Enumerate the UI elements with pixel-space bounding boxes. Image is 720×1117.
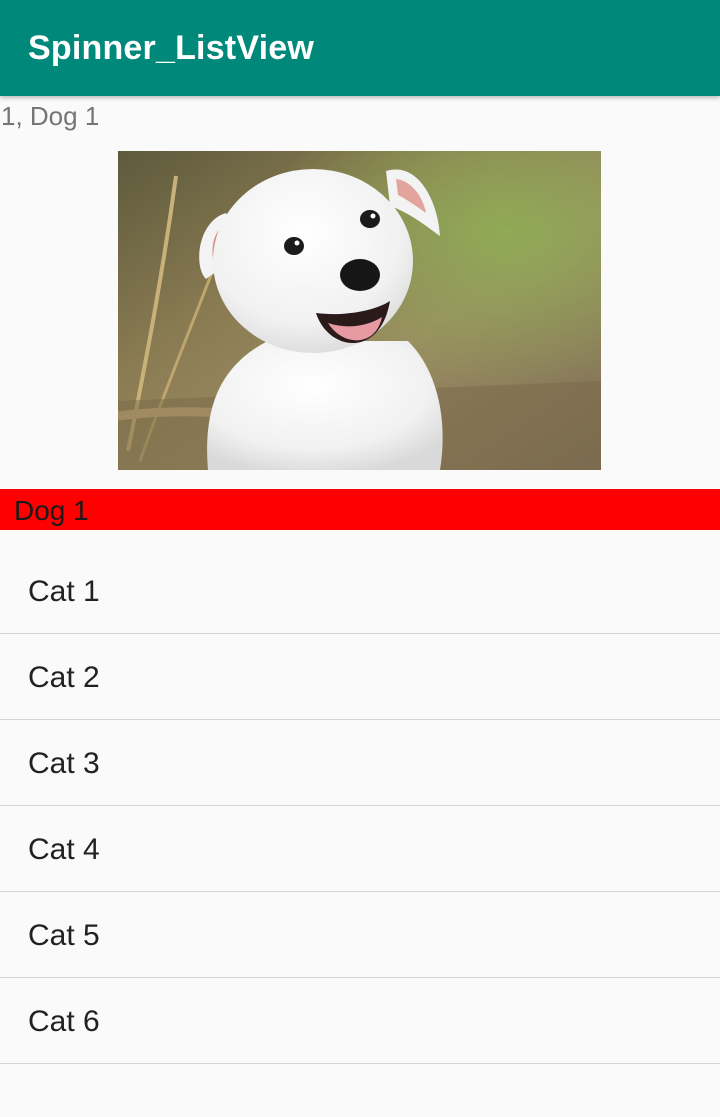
list-item-label: Cat 5 (28, 919, 100, 952)
list-item-label: Cat 6 (28, 1005, 100, 1038)
puppy-image (118, 151, 601, 470)
selection-status-text: 1, Dog 1 (1, 101, 100, 131)
list-item-label: Cat 3 (28, 747, 100, 780)
list-item[interactable]: Cat 1 (0, 548, 720, 634)
list-item[interactable]: Cat 2 (0, 634, 720, 720)
list-item[interactable]: Cat 4 (0, 806, 720, 892)
list-item-label: Cat 1 (28, 575, 100, 608)
app-title: Spinner_ListView (28, 29, 314, 67)
list-item[interactable]: Cat 5 (0, 892, 720, 978)
list-item-label: Cat 4 (28, 833, 100, 866)
app-bar: Spinner_ListView (0, 0, 720, 96)
list-item[interactable]: Cat 3 (0, 720, 720, 806)
spinner-selected-value: Dog 1 (14, 495, 89, 526)
list-item-label: Cat 2 (28, 661, 100, 694)
list-item[interactable]: Cat 6 (0, 978, 720, 1064)
dog-spinner[interactable]: Dog 1 (0, 489, 720, 530)
cat-list-view[interactable]: Cat 1 Cat 2 Cat 3 Cat 4 Cat 5 Cat 6 (0, 548, 720, 1064)
